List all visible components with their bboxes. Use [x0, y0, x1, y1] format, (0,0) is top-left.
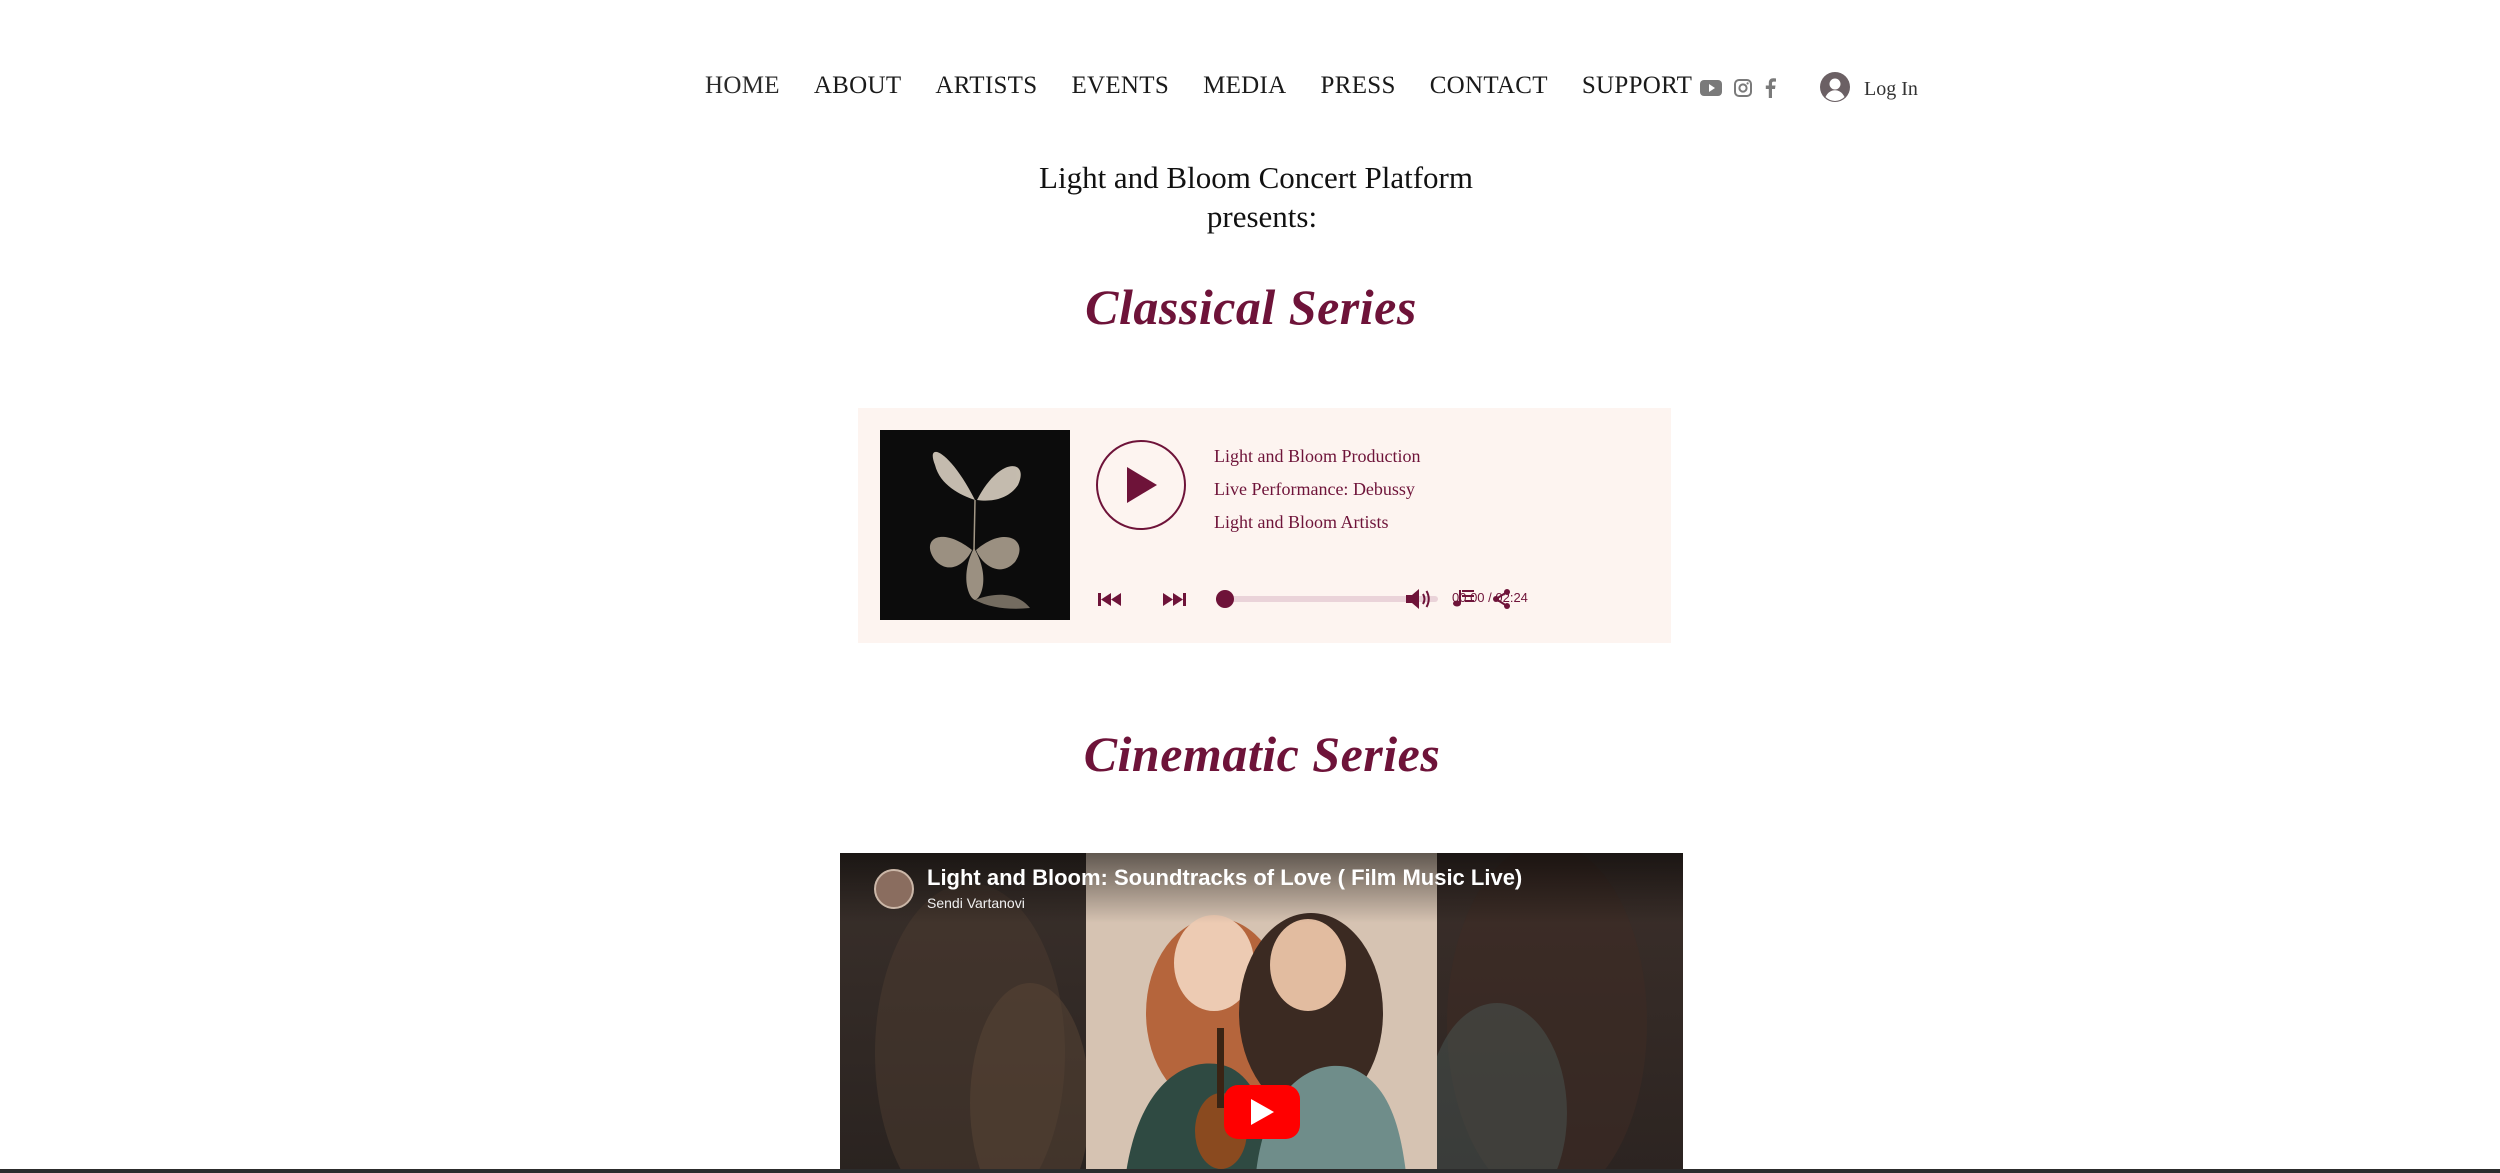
play-button[interactable]: [1096, 440, 1186, 530]
channel-avatar[interactable]: [874, 869, 914, 909]
nav-home[interactable]: HOME: [705, 72, 780, 100]
playlist-icon[interactable]: [1452, 586, 1476, 614]
track-title: Live Performance: Debussy: [1214, 479, 1415, 499]
volume-icon[interactable]: [1404, 586, 1434, 616]
user-avatar-icon: [1820, 72, 1850, 106]
share-icon[interactable]: [1492, 588, 1512, 614]
nav-support[interactable]: SUPPORT: [1582, 72, 1692, 100]
youtube-play-button[interactable]: [1224, 1085, 1300, 1139]
nav-press[interactable]: PRESS: [1321, 72, 1396, 100]
nav-contact[interactable]: CONTACT: [1430, 72, 1548, 100]
video-title[interactable]: Light and Bloom: Soundtracks of Love ( F…: [927, 865, 1522, 891]
intro-line-2: presents:: [1206, 199, 1318, 234]
nav-events[interactable]: EVENTS: [1071, 72, 1169, 100]
progress-handle[interactable]: [1215, 590, 1234, 608]
classical-series-title: Classical Series: [1085, 279, 1417, 335]
login-button[interactable]: Log In: [1820, 72, 1918, 106]
next-track-button[interactable]: [1160, 584, 1188, 618]
audio-player: Light and Bloom Production Live Performa…: [858, 408, 1671, 643]
player-controls: 00:00 / 02:24: [1096, 584, 1656, 614]
bottom-edge: [0, 1169, 2500, 1173]
facebook-icon[interactable]: [1764, 78, 1776, 98]
video-channel[interactable]: Sendi Vartanovi: [927, 895, 1025, 911]
main-nav: HOME ABOUT ARTISTS EVENTS MEDIA PRESS CO…: [705, 72, 1726, 100]
nav-about[interactable]: ABOUT: [814, 72, 902, 100]
social-bar: [1700, 78, 1776, 98]
nav-media[interactable]: MEDIA: [1203, 72, 1286, 100]
cinematic-series-title: Cinematic Series: [1083, 726, 1441, 782]
intro-text: Light and Bloom Concert Platform present…: [0, 158, 2500, 236]
login-label: Log In: [1864, 77, 1918, 100]
intro-line-1: Light and Bloom Concert Platform: [1039, 160, 1473, 195]
previous-track-button[interactable]: [1096, 584, 1124, 618]
youtube-embed[interactable]: Light and Bloom: Soundtracks of Love ( F…: [840, 853, 1683, 1173]
instagram-icon[interactable]: [1734, 79, 1752, 97]
track-info: Light and Bloom Production Live Performa…: [1214, 440, 1421, 539]
nav-artists[interactable]: ARTISTS: [935, 72, 1037, 100]
album-cover: [880, 430, 1070, 620]
track-artist: Light and Bloom Artists: [1214, 512, 1389, 532]
track-producer: Light and Bloom Production: [1214, 446, 1421, 466]
youtube-icon[interactable]: [1700, 80, 1722, 96]
